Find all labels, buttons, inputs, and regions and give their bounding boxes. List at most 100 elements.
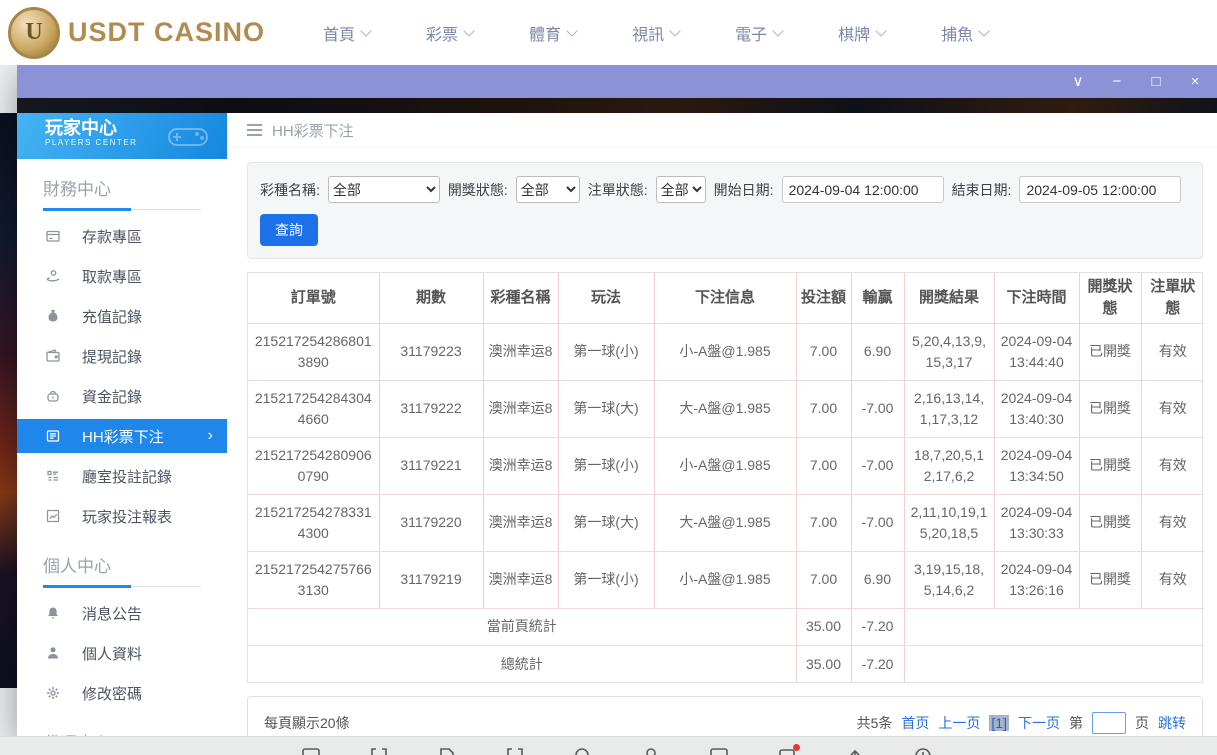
sidebar-item-個人資料[interactable]: 個人資料 — [17, 633, 227, 673]
query-button[interactable]: 查詢 — [260, 214, 318, 246]
window-icon[interactable] — [300, 745, 322, 755]
bets-table: 訂單號期數彩種名稱玩法下注信息投注額輸贏開獎結果下注時間開獎狀態注單狀態 215… — [247, 272, 1203, 683]
table-cell: 2024-09-04 13:40:30 — [994, 380, 1079, 437]
table-cell: 已開獎 — [1079, 551, 1141, 608]
hamburger-menu-icon[interactable] — [247, 124, 262, 136]
sidebar-section-label: 財務中心 — [43, 171, 201, 210]
sidebar-item-label: 存款專區 — [82, 226, 142, 247]
table-cell: 3,19,15,18,5,14,6,2 — [904, 551, 994, 608]
sidebar-item-存款專區[interactable]: 存款專區 — [17, 216, 227, 256]
clock-icon[interactable] — [912, 745, 934, 755]
nav-item-4[interactable]: 視訊 — [632, 21, 679, 45]
current-page-indicator: [1] — [989, 715, 1009, 731]
nav-item-2[interactable]: 彩票 — [426, 21, 473, 45]
lottery-name-label: 彩種名稱: — [260, 180, 320, 200]
table-cell: 2152172542783314300 — [248, 494, 379, 551]
first-page-link[interactable]: 首页 — [901, 713, 929, 733]
end-date-input[interactable] — [1019, 176, 1181, 203]
brackets-icon[interactable] — [368, 745, 390, 755]
window-titlebar: ∨ − □ × — [17, 65, 1217, 98]
sidebar-item-label: 玩家投注報表 — [82, 506, 172, 527]
column-header-投注額: 投注額 — [796, 273, 851, 323]
jump-prefix-label: 第 — [1069, 713, 1083, 733]
sidebar-section: 財務中心存款專區取款專區充值記錄提現記錄資金記錄HH彩票下注› 廳室投註記錄玩家投… — [17, 171, 227, 536]
draw-status-select[interactable]: 全部 — [516, 176, 580, 203]
table-cell: 5,20,4,13,9,15,3,17 — [904, 323, 994, 380]
sidebar-item-玩家投注報表[interactable]: 玩家投注報表 — [17, 496, 227, 536]
collapse-icon[interactable]: ∨ — [1070, 74, 1086, 89]
main-menu: 首頁 彩票 體育 視訊 電子 棋牌 捕魚 — [265, 21, 988, 45]
notification-icon[interactable] — [776, 745, 798, 755]
table-row: 215217254284304466031179222澳洲幸运8第一球(大)大-… — [248, 380, 1204, 437]
minimize-icon[interactable]: − — [1109, 74, 1125, 89]
list-icon — [44, 468, 61, 485]
sidebar-item-廳室投註記錄[interactable]: 廳室投註記錄 — [17, 456, 227, 496]
table-cell: -7.00 — [851, 380, 904, 437]
start-date-input[interactable] — [782, 176, 944, 203]
search-icon[interactable] — [572, 745, 594, 755]
column-header-注單狀態: 注單狀態 — [1141, 273, 1204, 323]
table-cell: 小-A盤@1.985 — [654, 551, 796, 608]
sidebar-item-label: 廳室投註記錄 — [82, 466, 172, 487]
brand-logo[interactable]: U USDT CASINO — [0, 7, 265, 59]
table-cell: 澳洲幸运8 — [483, 551, 558, 608]
table-cell: 有效 — [1141, 494, 1204, 551]
table-cell: 已開獎 — [1079, 380, 1141, 437]
sidebar-item-消息公告[interactable]: 消息公告 — [17, 593, 227, 633]
table-cell: 小-A盤@1.985 — [654, 323, 796, 380]
filter-panel: 彩種名稱: 全部 開獎狀態: 全部 注單狀態: 全部 開始日期: 結束日期: 查… — [247, 162, 1203, 259]
maximize-icon[interactable]: □ — [1148, 74, 1164, 89]
sidebar-item-修改密碼[interactable]: 修改密碼 — [17, 673, 227, 713]
sidebar-item-資金記錄[interactable]: 資金記錄 — [17, 376, 227, 416]
ledger-icon — [44, 428, 61, 445]
sidebar-item-HH彩票下注[interactable]: HH彩票下注› — [17, 419, 227, 453]
jump-link[interactable]: 跳转 — [1158, 713, 1186, 733]
sidebar-item-充值記錄[interactable]: 充值記錄 — [17, 296, 227, 336]
table-cell: 7.00 — [796, 494, 851, 551]
nav-item-1[interactable]: 首頁 — [323, 21, 370, 45]
background-image-strip — [0, 113, 17, 688]
column-header-訂單號: 訂單號 — [248, 273, 379, 323]
next-page-link[interactable]: 下一页 — [1018, 713, 1060, 733]
sidebar-section-label: 個人中心 — [43, 548, 201, 587]
total-count-text: 共5条 — [857, 713, 893, 733]
sidebar-item-提現記錄[interactable]: 提現記錄 — [17, 336, 227, 376]
table-cell: 第一球(大) — [558, 380, 654, 437]
table-cell: 澳洲幸运8 — [483, 494, 558, 551]
summary-winloss-total: -7.20 — [851, 645, 904, 682]
summary-bet-total: 35.00 — [796, 608, 851, 645]
upload-icon[interactable] — [844, 745, 866, 755]
nav-item-6[interactable]: 棋牌 — [838, 21, 885, 45]
table-cell: 7.00 — [796, 551, 851, 608]
column-header-下注時間: 下注時間 — [994, 273, 1079, 323]
document-icon[interactable] — [436, 745, 458, 755]
window-icon[interactable] — [708, 745, 730, 755]
summary-row: 當前頁統計35.00-7.20 — [248, 608, 1204, 645]
breadcrumb: HH彩票下注 — [227, 113, 1217, 148]
bottom-dock-strip — [0, 736, 1217, 755]
prev-page-link[interactable]: 上一页 — [938, 713, 980, 733]
table-cell: 2152172542843044660 — [248, 380, 379, 437]
sidebar-item-取款專區[interactable]: 取款專區 — [17, 256, 227, 296]
nav-item-5[interactable]: 電子 — [735, 21, 782, 45]
page-jump-input[interactable] — [1092, 712, 1126, 734]
nav-item-7[interactable]: 捕魚 — [941, 21, 988, 45]
nav-item-3[interactable]: 體育 — [529, 21, 576, 45]
brackets-icon[interactable] — [504, 745, 526, 755]
close-icon[interactable]: × — [1187, 74, 1203, 89]
table-cell: 6.90 — [851, 551, 904, 608]
table-cell: 2024-09-04 13:26:16 — [994, 551, 1079, 608]
moneybag-icon — [44, 308, 61, 325]
chevron-down-icon — [463, 25, 474, 36]
table-cell: 31179221 — [379, 437, 483, 494]
order-status-select[interactable]: 全部 — [656, 176, 706, 203]
jump-suffix-label: 页 — [1135, 713, 1149, 733]
table-cell: 7.00 — [796, 380, 851, 437]
table-cell: 第一球(小) — [558, 551, 654, 608]
table-cell: 澳洲幸运8 — [483, 437, 558, 494]
gear-icon — [44, 685, 61, 702]
notification-dot — [793, 744, 800, 751]
person-icon[interactable] — [640, 745, 662, 755]
lottery-name-select[interactable]: 全部 — [328, 176, 440, 203]
sidebar-header: 玩家中心 PLAYERS CENTER — [17, 113, 227, 159]
